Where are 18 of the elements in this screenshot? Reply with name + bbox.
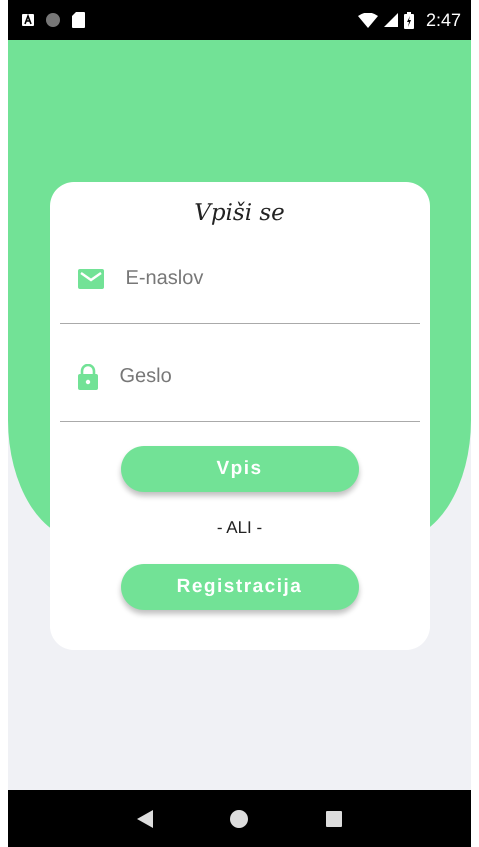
- login-button[interactable]: Vpis: [120, 446, 358, 492]
- register-button[interactable]: Registracija: [120, 564, 358, 610]
- home-icon[interactable]: [230, 810, 248, 828]
- signal-icon: [384, 13, 398, 27]
- password-field[interactable]: Geslo: [118, 356, 402, 398]
- wifi-icon: [358, 12, 378, 28]
- email-field[interactable]: E-naslov: [124, 258, 402, 300]
- recents-icon[interactable]: [326, 810, 342, 826]
- mail-icon: [78, 268, 104, 288]
- card-title: Vpiši se: [194, 200, 285, 226]
- or-divider-text: - ALI -: [216, 518, 262, 538]
- font-icon: [22, 14, 34, 26]
- sd-card-icon: [72, 12, 85, 28]
- circle-icon: [46, 13, 60, 27]
- back-icon[interactable]: [136, 810, 153, 828]
- status-time: 2:47: [426, 10, 461, 30]
- battery-icon: [404, 12, 414, 28]
- lock-icon: [78, 364, 98, 390]
